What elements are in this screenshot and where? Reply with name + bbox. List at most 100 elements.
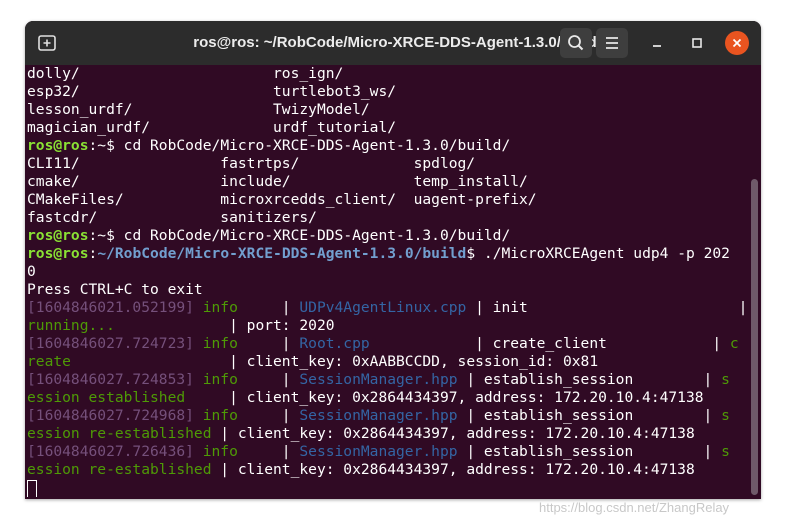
terminal-text: ros@ros [27, 137, 89, 154]
terminal-line: cmake/ include/ temp_install/ [27, 173, 749, 191]
terminal-text: | [273, 407, 300, 424]
search-icon [568, 35, 584, 51]
terminal-text: Press CTRL+C to exit [27, 281, 203, 298]
terminal-text: s [721, 443, 730, 460]
terminal-text: ession re-established [27, 461, 212, 478]
scrollbar[interactable] [751, 179, 758, 495]
terminal-text: running... [27, 317, 115, 334]
terminal-text: | establish_session | [457, 443, 722, 460]
terminal-text: info [193, 443, 274, 460]
terminal-line: esp32/ turtlebot3_ws/ [27, 83, 749, 101]
terminal-text: | establish_session | [457, 371, 722, 388]
terminal-line: [1604846021.052199] info | UDPv4AgentLin… [27, 299, 749, 317]
terminal-text: | create_client | [369, 335, 730, 352]
terminal-line: lesson_urdf/ TwizyModel/ [27, 101, 749, 119]
close-icon [732, 38, 742, 48]
terminal-text: | client_key: 0x2864434397, address: 172… [185, 389, 704, 406]
terminal-text: SessionManager.hpp [299, 407, 458, 424]
maximize-button[interactable] [685, 31, 709, 55]
terminal-text: | client_key: 0x2864434397, address: 172… [211, 425, 695, 442]
terminal-text: | client_key: 0x2864434397, address: 172… [211, 461, 695, 478]
terminal-text: info [193, 335, 274, 352]
search-button[interactable] [560, 28, 592, 58]
terminal-line: fastcdr/ sanitizers/ [27, 209, 749, 227]
terminal-text: cmake/ include/ temp_install/ [27, 173, 528, 190]
minimize-icon [653, 45, 661, 47]
cursor [27, 480, 37, 497]
terminal-text: esp32/ turtlebot3_ws/ [27, 83, 397, 100]
terminal-text: [1604846027.724968] [27, 407, 194, 424]
hamburger-menu-icon [606, 37, 618, 49]
terminal-text: dolly/ ros_ign/ [27, 65, 344, 82]
terminal-text: info [193, 407, 274, 424]
close-button[interactable] [725, 31, 749, 55]
maximize-icon [692, 38, 702, 48]
terminal-text: ession re-established [27, 425, 212, 442]
new-tab-button[interactable] [35, 31, 59, 55]
new-tab-icon [38, 35, 56, 51]
terminal-text: | client_key: 0xAABBCCDD, session_id: 0x… [70, 353, 599, 370]
terminal-text: SessionManager.hpp [299, 371, 458, 388]
terminal-line: ros@ros:~$ cd RobCode/Micro-XRCE-DDS-Age… [27, 227, 749, 245]
title-bar: ros@ros: ~/RobCode/Micro-XRCE-DDS-Agent-… [25, 21, 761, 65]
terminal-text: [1604846027.726436] [27, 443, 194, 460]
terminal-text: SessionManager.hpp [299, 443, 458, 460]
terminal-line: running... | port: 2020 [27, 317, 749, 335]
terminal-line: [1604846027.724723] info | Root.cpp | cr… [27, 335, 749, 353]
terminal-text: ~/RobCode/Micro-XRCE-DDS-Agent-1.3.0/bui… [97, 245, 467, 262]
terminal-text: magician_urdf/ urdf_tutorial/ [27, 119, 397, 136]
terminal-text: UDPv4AgentLinux.cpp [299, 299, 467, 316]
terminal-line: ros@ros:~/RobCode/Micro-XRCE-DDS-Agent-1… [27, 245, 749, 263]
terminal-text: $ cd RobCode/Micro-XRCE-DDS-Agent-1.3.0/… [106, 137, 511, 154]
menu-button[interactable] [596, 28, 628, 58]
terminal-text: | [273, 335, 300, 352]
terminal-line [27, 479, 749, 497]
terminal-line: [1604846027.724968] info | SessionManage… [27, 407, 749, 425]
terminal-line: 0 [27, 263, 749, 281]
terminal-text: fastcdr/ sanitizers/ [27, 209, 317, 226]
terminal-output[interactable]: dolly/ ros_ign/esp32/ turtlebot3_ws/less… [27, 65, 749, 497]
terminal-line: reate | client_key: 0xAABBCCDD, session_… [27, 353, 749, 371]
terminal-text: reate [27, 353, 71, 370]
terminal-line: ession re-established | client_key: 0x28… [27, 461, 749, 479]
terminal-text: lesson_urdf/ TwizyModel/ [27, 101, 370, 118]
terminal-window: ros@ros: ~/RobCode/Micro-XRCE-DDS-Agent-… [25, 21, 761, 499]
terminal-text: Root.cpp [299, 335, 370, 352]
terminal-text: info [193, 299, 274, 316]
terminal-text: CMakeFiles/ microxrcedds_client/ uagent-… [27, 191, 537, 208]
terminal-line: CLI11/ fastrtps/ spdlog/ [27, 155, 749, 173]
minimize-button[interactable] [645, 31, 669, 55]
watermark: https://blog.csdn.net/ZhangRelay [539, 500, 730, 515]
terminal-text: [1604846021.052199] [27, 299, 194, 316]
terminal-text: ession established [27, 389, 186, 406]
terminal-text: :~ [88, 137, 107, 154]
terminal-text: | [273, 443, 300, 460]
terminal-line: [1604846027.726436] info | SessionManage… [27, 443, 749, 461]
terminal-text: s [721, 371, 730, 388]
terminal-text: CLI11/ fastrtps/ spdlog/ [27, 155, 476, 172]
terminal-text: [1604846027.724723] [27, 335, 194, 352]
terminal-text: | port: 2020 [114, 317, 335, 334]
terminal-text: : [88, 245, 98, 262]
terminal-line: magician_urdf/ urdf_tutorial/ [27, 119, 749, 137]
terminal-text: | [273, 371, 300, 388]
terminal-text: s [721, 407, 730, 424]
terminal-line: CMakeFiles/ microxrcedds_client/ uagent-… [27, 191, 749, 209]
terminal-text: ros@ros [27, 227, 89, 244]
terminal-text: $ cd RobCode/Micro-XRCE-DDS-Agent-1.3.0/… [106, 227, 511, 244]
terminal-text: 0 [27, 263, 36, 280]
terminal-text: | init | [466, 299, 748, 316]
terminal-line: Press CTRL+C to exit [27, 281, 749, 299]
terminal-text: info [193, 371, 274, 388]
terminal-text: ros@ros [27, 245, 89, 262]
terminal-text: :~ [88, 227, 107, 244]
terminal-line: ros@ros:~$ cd RobCode/Micro-XRCE-DDS-Age… [27, 137, 749, 155]
terminal-text: c [729, 335, 739, 352]
terminal-line: ession re-established | client_key: 0x28… [27, 425, 749, 443]
terminal-line: dolly/ ros_ign/ [27, 65, 749, 83]
terminal-text: [1604846027.724853] [27, 371, 194, 388]
terminal-line: ession established | client_key: 0x28644… [27, 389, 749, 407]
terminal-line: [1604846027.724853] info | SessionManage… [27, 371, 749, 389]
terminal-text: $ ./MicroXRCEAgent udp4 -p 202 [466, 245, 730, 262]
terminal-text: | [273, 299, 300, 316]
